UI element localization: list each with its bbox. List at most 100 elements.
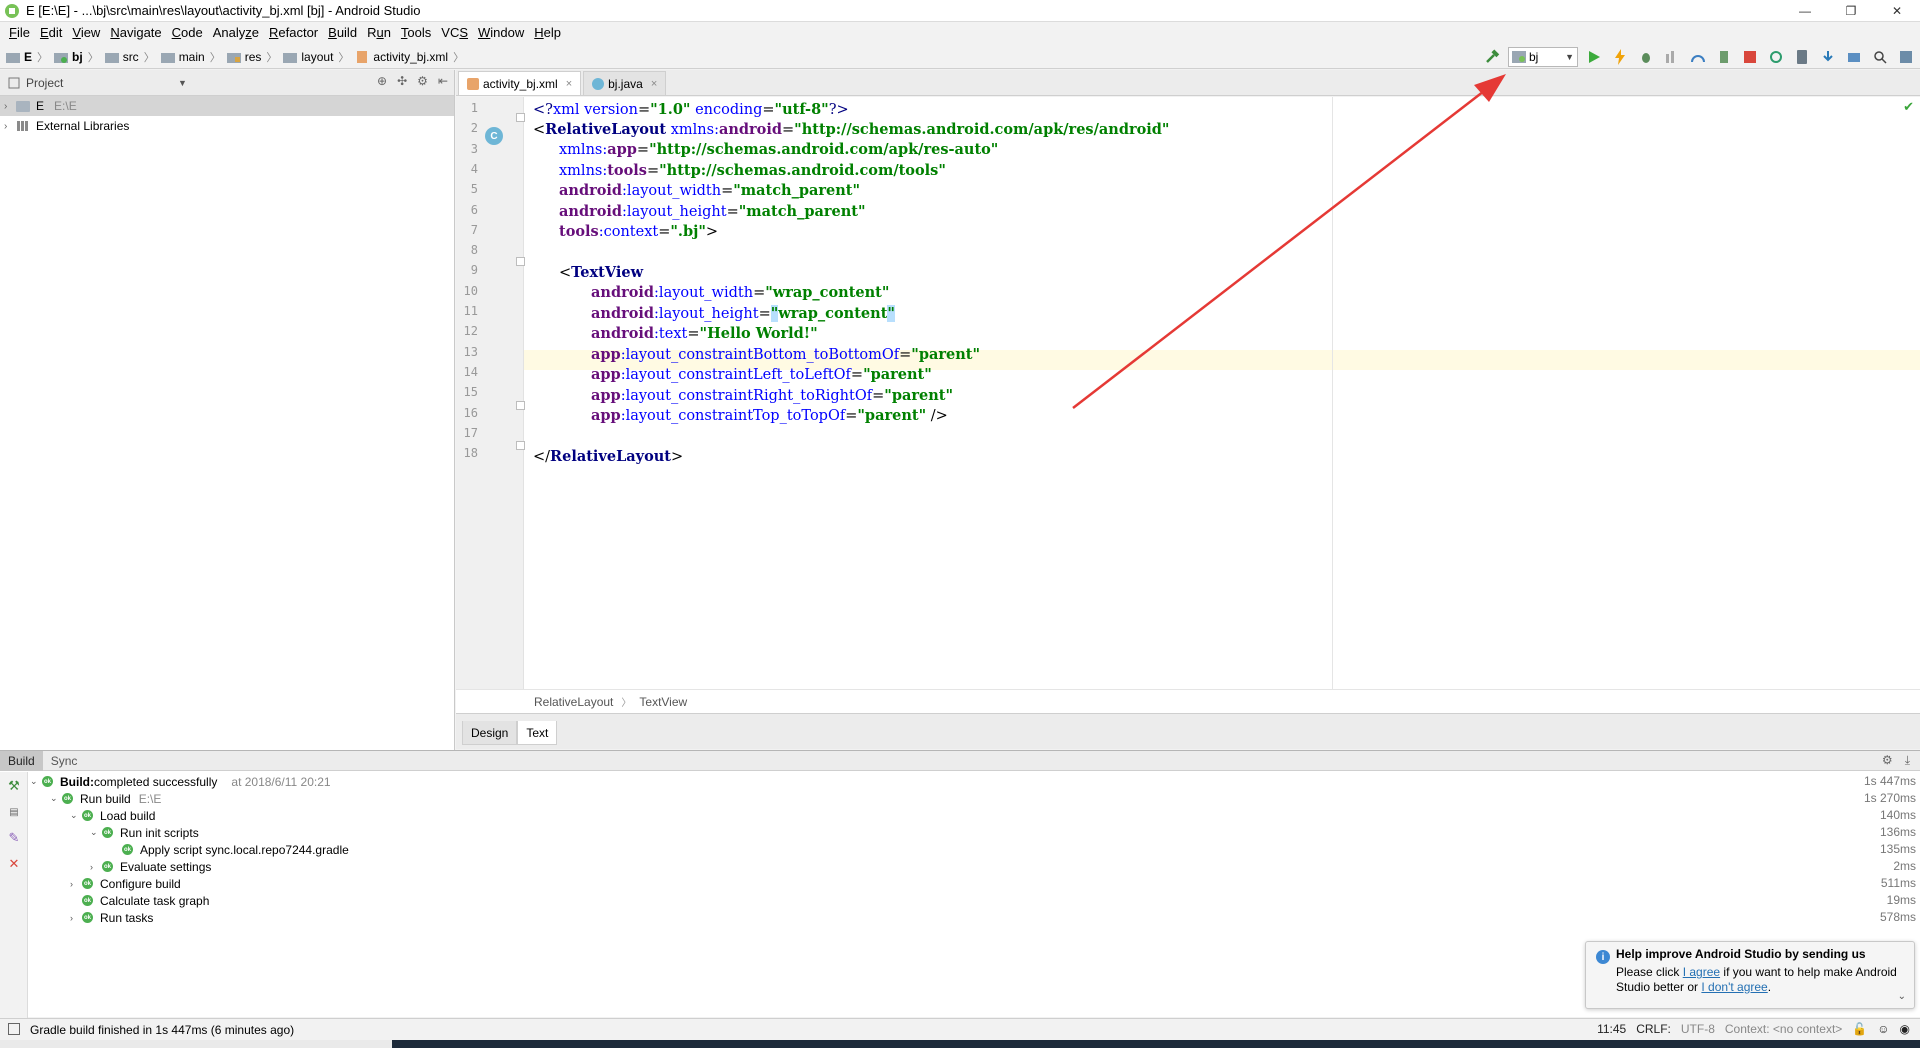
tab-text[interactable]: Text (517, 721, 558, 745)
breadcrumb-main[interactable]: main 〉 (160, 49, 221, 65)
menu-run[interactable]: Run (362, 23, 396, 43)
file-encoding[interactable]: UTF-8 (1681, 1022, 1715, 1036)
menu-edit[interactable]: Edit (35, 23, 67, 43)
fold-icon[interactable] (516, 441, 525, 450)
breadcrumb-file[interactable]: activity_bj.xml 〉 (355, 49, 464, 65)
avd-manager-button[interactable] (1792, 47, 1812, 67)
chevron-right-icon[interactable]: › (90, 862, 102, 872)
tab-build[interactable]: Build (0, 750, 43, 771)
chevron-right-icon[interactable]: › (4, 121, 16, 132)
apply-changes-button[interactable] (1610, 47, 1630, 67)
chevron-down-icon[interactable]: ⌄ (30, 776, 42, 787)
settings-gear-icon[interactable]: ⚙ (417, 74, 428, 88)
code-editor[interactable]: C 1 2 3 4 5 6 7 8 9 10 11 12 13 14 15 16 17 18 <?xml vers… (456, 97, 1920, 689)
tree-item-external-libraries[interactable]: › External Libraries (0, 116, 454, 136)
context-indicator[interactable]: Context: <no context> (1725, 1022, 1842, 1036)
close-tab-icon[interactable]: × (651, 78, 657, 90)
tab-sync[interactable]: Sync (43, 751, 86, 771)
build-tree-row[interactable]: › ok Run tasks (70, 909, 153, 926)
build-tree-row[interactable]: ok Apply script sync.local.repo7244.gradl… (122, 841, 349, 858)
menu-navigate[interactable]: Navigate (105, 23, 166, 43)
breadcrumb-bj[interactable]: bj 〉 (54, 49, 99, 65)
menu-vcs[interactable]: VCS (436, 23, 473, 43)
breadcrumb-e[interactable]: E 〉 (6, 49, 48, 65)
fold-icon[interactable] (516, 401, 525, 410)
pin-icon[interactable]: ✎ (6, 830, 22, 846)
line-number: 1 (470, 101, 478, 115)
run-button[interactable] (1584, 47, 1604, 67)
attach-debugger-button[interactable] (1714, 47, 1734, 67)
close-icon[interactable]: ✕ (6, 856, 22, 872)
chevron-down-icon[interactable]: ⌄ (50, 793, 62, 804)
agree-link[interactable]: I agree (1683, 965, 1720, 979)
tab-design[interactable]: Design (462, 721, 518, 745)
editor-gutter[interactable]: C 1 2 3 4 5 6 7 8 9 10 11 12 13 14 15 16 17 18 (456, 97, 525, 689)
toggle-tool-windows-icon[interactable] (8, 1023, 20, 1035)
settings-gear-icon[interactable]: ⚙ (1882, 753, 1893, 768)
run-configuration-select[interactable]: bj ▼ (1508, 47, 1578, 67)
menu-code[interactable]: Code (167, 23, 208, 43)
build-tree-row[interactable]: › ok Evaluate settings (90, 858, 211, 875)
menu-analyze[interactable]: Analyze (208, 23, 264, 43)
breadcrumb-res[interactable]: res 〉 (226, 49, 277, 65)
menu-refactor[interactable]: Refactor (264, 23, 323, 43)
project-structure-button[interactable] (1844, 47, 1864, 67)
restore-button[interactable]: ❐ (1828, 0, 1874, 22)
tab-bj-java[interactable]: bj.java × (583, 71, 667, 95)
sync-gradle-button[interactable] (1766, 47, 1786, 67)
build-tree-row[interactable]: ⌄ ok Build: completed successfully at 2018/… (30, 773, 331, 790)
chevron-right-icon[interactable]: › (70, 913, 82, 923)
breadcrumb-relativelayout[interactable]: RelativeLayout (534, 695, 613, 709)
help-button[interactable] (1896, 47, 1916, 67)
build-tree-row[interactable]: ⌄ ok Load build (70, 807, 155, 824)
breadcrumb-src[interactable]: src 〉 (104, 49, 155, 65)
profile-button[interactable] (1688, 47, 1708, 67)
inspection-ok-icon[interactable]: ✔ (1903, 99, 1914, 115)
line-separator[interactable]: CRLF: (1636, 1022, 1671, 1036)
fold-icon[interactable] (516, 113, 525, 122)
lock-icon[interactable]: 🔓 (1852, 1022, 1867, 1036)
make-project-button[interactable] (1482, 47, 1502, 67)
chevron-right-icon[interactable]: › (4, 101, 16, 112)
close-window-button[interactable]: ✕ (1874, 0, 1920, 22)
search-everywhere-button[interactable] (1870, 47, 1890, 67)
tree-item-project-root[interactable]: › E E:\E (0, 96, 454, 116)
breadcrumb-textview[interactable]: TextView (639, 695, 687, 709)
class-gutter-icon[interactable]: C (485, 127, 503, 145)
locate-file-icon[interactable]: ⊕ (377, 74, 387, 88)
sdk-manager-button[interactable] (1818, 47, 1838, 67)
chevron-down-icon[interactable]: ⌄ (1898, 991, 1906, 1002)
hide-panel-icon[interactable]: ⇤ (438, 74, 448, 88)
breadcrumb-layout[interactable]: layout 〉 (283, 49, 349, 65)
caret-position[interactable]: 11:45 (1597, 1022, 1626, 1036)
close-tab-icon[interactable]: × (566, 78, 572, 90)
hide-panel-icon[interactable]: ⤓ (1905, 753, 1910, 768)
toggle-view-icon[interactable]: ▤ (6, 804, 22, 820)
menu-tools[interactable]: Tools (396, 23, 436, 43)
build-tree-row[interactable]: ⌄ ok Run init scripts (90, 824, 199, 841)
minimize-button[interactable]: — (1782, 0, 1828, 22)
collapse-all-icon[interactable]: ✣ (397, 74, 407, 88)
build-tree-row[interactable]: › ok Configure build (70, 875, 181, 892)
chevron-down-icon[interactable]: ⌄ (90, 827, 102, 838)
debug-button[interactable] (1636, 47, 1656, 67)
menu-window[interactable]: Window (473, 23, 529, 43)
run-coverage-button[interactable] (1662, 47, 1682, 67)
chevron-down-icon[interactable]: ⌄ (70, 810, 82, 821)
menu-help[interactable]: Help (529, 23, 566, 43)
chevron-down-icon[interactable]: ▼ (178, 78, 187, 88)
hammer-icon[interactable]: ⚒ (6, 778, 22, 794)
disagree-link[interactable]: I don't agree (1701, 980, 1767, 994)
build-tree-row[interactable]: ok Calculate task graph (82, 892, 209, 909)
menu-view[interactable]: View (67, 23, 105, 43)
chevron-right-icon[interactable]: › (70, 879, 82, 889)
event-log-icon[interactable]: ◉ (1900, 1022, 1910, 1036)
menu-build[interactable]: Build (323, 23, 362, 43)
download-icon (1823, 51, 1833, 62)
hector-icon[interactable]: ☺ (1877, 1022, 1889, 1036)
tab-activity-bj-xml[interactable]: activity_bj.xml × (458, 71, 582, 95)
stop-button[interactable] (1740, 47, 1760, 67)
fold-icon[interactable] (516, 257, 525, 266)
build-tree-row[interactable]: ⌄ ok Run build E:\E (50, 790, 161, 807)
menu-file[interactable]: File (4, 23, 35, 43)
